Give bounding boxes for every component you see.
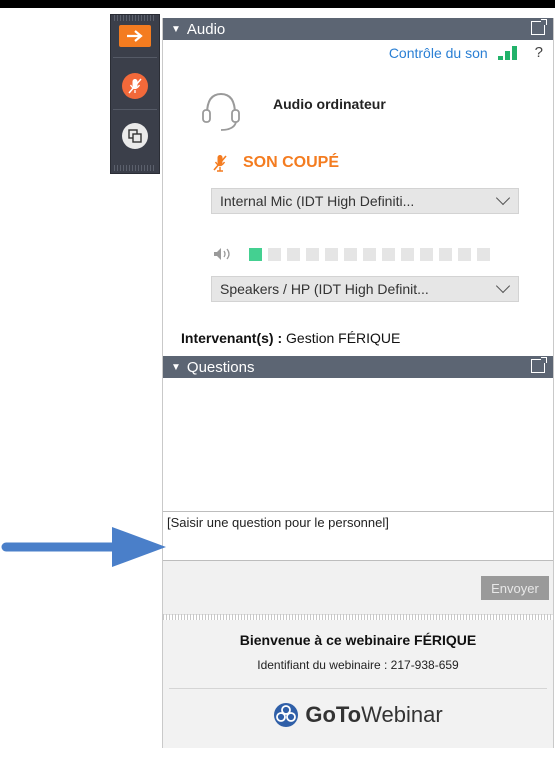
meter-segment (401, 247, 414, 261)
presenter-name: Gestion FÉRIQUE (286, 330, 401, 346)
speaker-icon (214, 248, 230, 260)
toolbar-divider (113, 57, 157, 58)
meter-segment (382, 247, 395, 261)
chevron-down-icon (495, 278, 511, 294)
gotowebinar-logo-icon (274, 703, 299, 727)
meter-segment (477, 247, 490, 261)
meter-segment (420, 247, 433, 261)
popout-icon[interactable] (531, 357, 547, 373)
questions-section-header[interactable]: ▼ Questions (163, 356, 553, 378)
muted-label: SON COUPÉ (243, 154, 340, 171)
microphone-select-value: Internal Mic (IDT High Definiti... (220, 193, 415, 209)
toolbar-divider (113, 109, 157, 110)
annotation-arrow-icon (1, 527, 166, 567)
toolbar-grip[interactable] (114, 15, 156, 21)
meter-segment (249, 247, 262, 261)
logo-regular: Webinar (361, 702, 443, 727)
microphone-select[interactable]: Internal Mic (IDT High Definiti... (211, 188, 519, 214)
help-button[interactable]: ? (535, 44, 543, 61)
collapse-triangle-icon[interactable]: ▼ (171, 24, 181, 35)
meter-segment (439, 247, 452, 261)
question-input[interactable]: [Saisir une question pour le personnel] (163, 511, 553, 561)
questions-section-wrapper: ▼ Questions (163, 356, 553, 378)
chevron-down-icon (495, 190, 511, 206)
presenter-label: Intervenant(s) : (181, 330, 283, 346)
meter-segment (268, 247, 281, 261)
meter-segment (363, 247, 376, 261)
muted-status: SON COUPÉ (213, 154, 339, 172)
meter-segment (344, 247, 357, 261)
speaker-select-value: Speakers / HP (IDT High Definit... (220, 281, 429, 297)
meter-segment (458, 247, 471, 261)
audio-section-header[interactable]: ▼ Audio (163, 18, 553, 40)
logo-text: GoToWebinar (305, 702, 442, 728)
question-input-placeholder: [Saisir une question pour le personnel] (167, 515, 389, 530)
mute-toggle-button[interactable] (118, 69, 152, 103)
collapse-panel-button[interactable] (119, 25, 151, 47)
top-black-strip (0, 0, 555, 8)
control-toolbar (110, 14, 160, 174)
welcome-section: Bienvenue à ce webinaire FÉRIQUE Identif… (163, 620, 553, 748)
popout-icon[interactable] (531, 19, 547, 35)
questions-log (163, 378, 553, 510)
meter-segment (325, 247, 338, 261)
presenter-line: Intervenant(s) : Gestion FÉRIQUE (181, 330, 400, 346)
signal-bars-icon (497, 45, 517, 60)
send-area: Envoyer (163, 561, 553, 615)
welcome-title: Bienvenue à ce webinaire FÉRIQUE (239, 632, 477, 648)
control-panel: ▼ Audio Contrôle du son ? Audio ordinate… (162, 18, 554, 748)
questions-header-label: Questions (186, 358, 255, 376)
arrow-right-icon (127, 30, 143, 42)
logo-bold: GoTo (305, 702, 362, 727)
sound-control-link[interactable]: Contrôle du son (389, 45, 488, 61)
send-button[interactable]: Envoyer (481, 576, 549, 600)
collapse-triangle-icon[interactable]: ▼ (171, 362, 181, 373)
meter-segment (287, 247, 300, 261)
speaker-select[interactable]: Speakers / HP (IDT High Definit... (211, 276, 519, 302)
muted-mic-icon (213, 155, 227, 172)
toolbar-grip[interactable] (114, 165, 156, 171)
gotowebinar-logo: GoToWebinar (163, 702, 553, 728)
screen-share-button[interactable] (118, 119, 152, 153)
audio-title: Audio ordinateur (273, 96, 386, 112)
screen-share-icon (128, 129, 142, 143)
muted-mic-icon (128, 78, 142, 94)
welcome-divider (169, 688, 547, 689)
audio-header-label: Audio (186, 20, 226, 38)
sound-control-row: Contrôle du son ? (389, 44, 543, 61)
audio-level-meter (213, 247, 490, 261)
headset-icon (202, 92, 240, 131)
meter-segment (306, 247, 319, 261)
webinar-id: Identifiant du webinaire : 217-938-659 (257, 658, 459, 672)
